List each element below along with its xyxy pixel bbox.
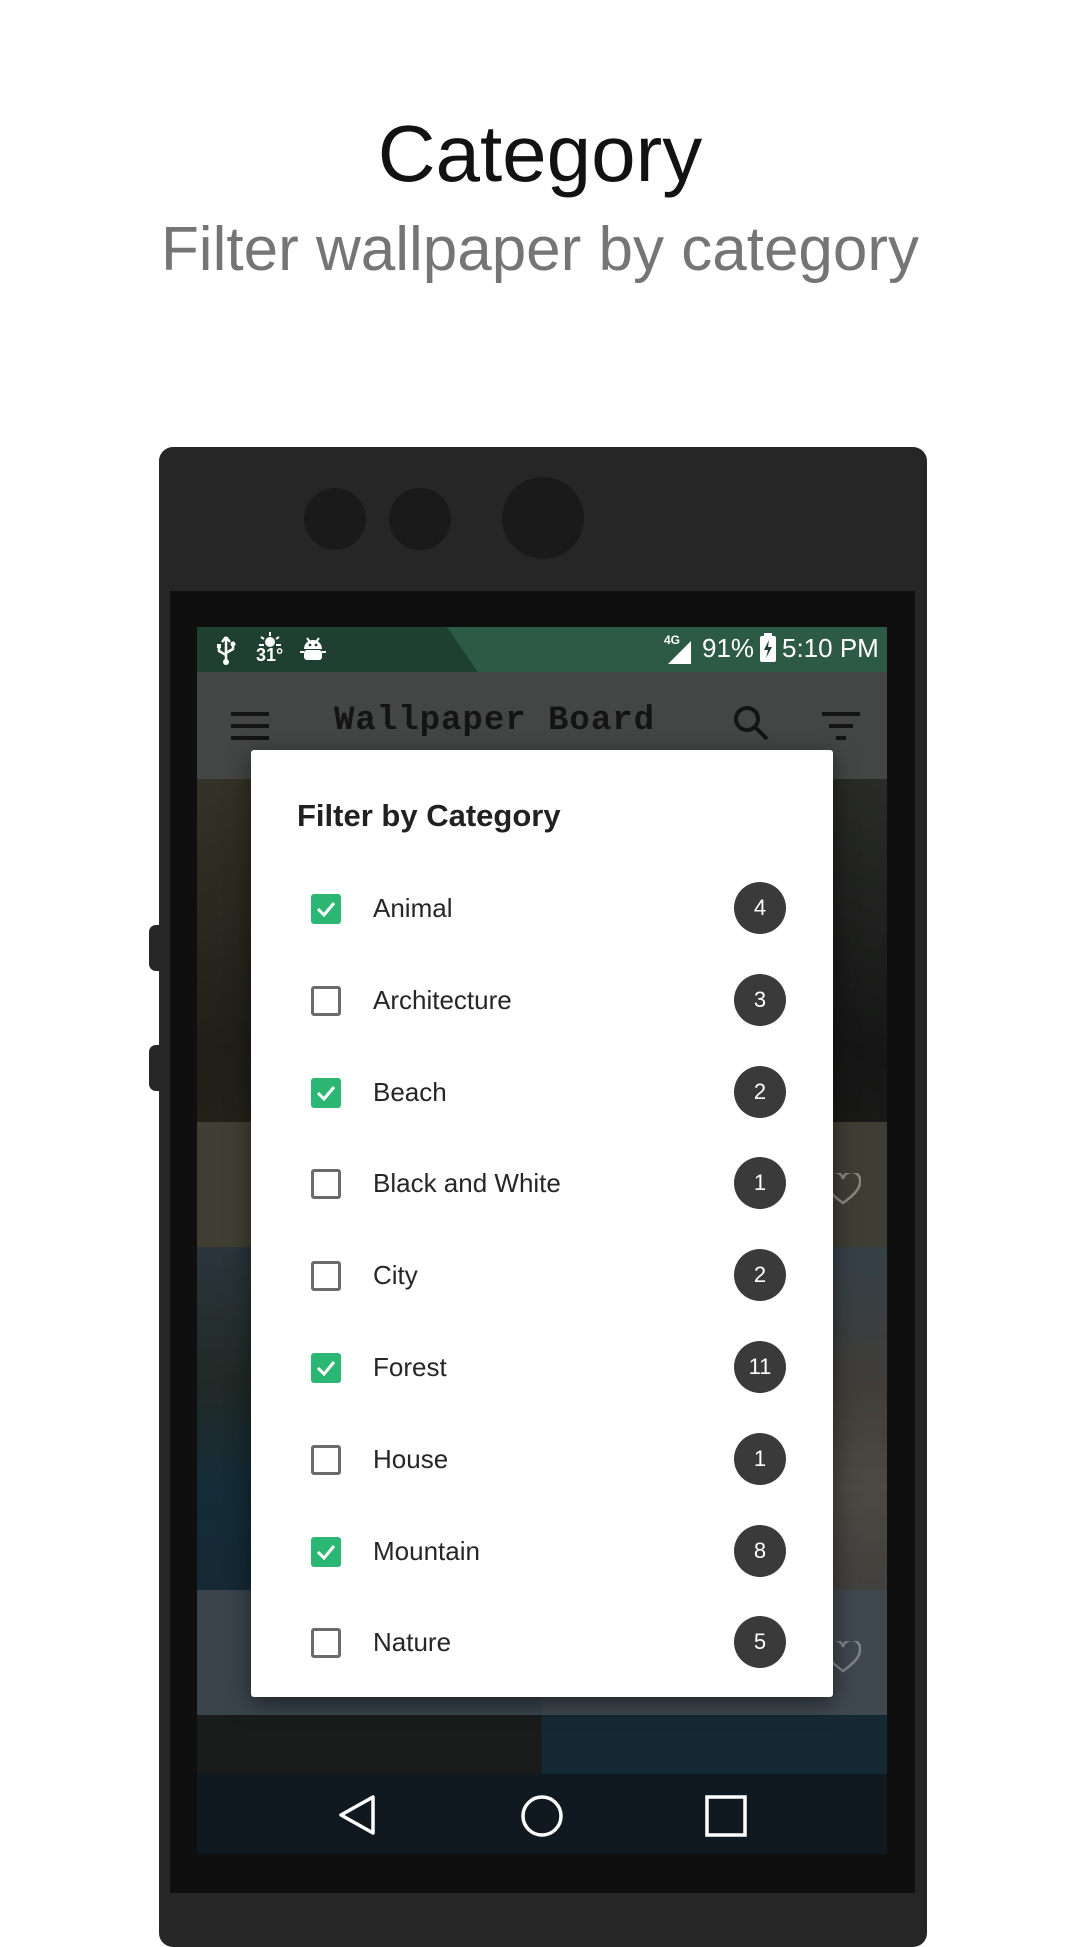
- front-camera: [502, 477, 584, 559]
- category-label: Nature: [373, 1627, 452, 1658]
- checkbox-unchecked[interactable]: [311, 985, 341, 1016]
- category-count-badge: 2: [734, 1249, 786, 1302]
- speaker-dot-left: [304, 488, 366, 550]
- dialog-title: Filter by Category: [297, 798, 561, 833]
- category-label: House: [373, 1443, 449, 1474]
- back-icon[interactable]: [337, 1794, 377, 1840]
- status-bar: 31° 4G 91% 5:10 PM: [197, 627, 887, 672]
- category-count-badge: 4: [734, 882, 786, 934]
- checkbox-unchecked[interactable]: [311, 1628, 341, 1659]
- category-row[interactable]: Black and White 1: [251, 1141, 833, 1233]
- category-label: Mountain: [373, 1535, 480, 1566]
- category-row[interactable]: City 2: [251, 1233, 833, 1325]
- volume-down-button: [149, 1045, 163, 1091]
- checkbox-checked[interactable]: [311, 894, 341, 924]
- checkbox-checked[interactable]: [311, 1536, 341, 1567]
- category-label: Beach: [373, 1076, 447, 1107]
- page-subtitle: Filter wallpaper by category: [160, 215, 920, 284]
- category-count-badge: 1: [734, 1432, 786, 1485]
- checkbox-unchecked[interactable]: [311, 1169, 341, 1200]
- android-debug-icon: [300, 635, 326, 668]
- checkbox-checked[interactable]: [311, 1353, 341, 1383]
- category-label: Animal: [373, 893, 453, 923]
- category-row[interactable]: Animal 4: [251, 866, 833, 958]
- navigation-bar: [197, 1774, 887, 1854]
- signal-icon: [665, 639, 693, 670]
- page-title: Category: [377, 109, 703, 198]
- category-label: City: [373, 1260, 418, 1291]
- home-icon[interactable]: [520, 1794, 564, 1842]
- category-row[interactable]: Architecture 3: [251, 958, 833, 1050]
- checkbox-unchecked[interactable]: [311, 1444, 341, 1475]
- battery-charging-icon: [759, 633, 777, 668]
- battery-percent-text: 91%: [702, 633, 755, 663]
- category-label: Forest: [373, 1352, 447, 1382]
- checkmark-icon: [316, 902, 336, 918]
- category-row[interactable]: Forest 11: [251, 1325, 833, 1417]
- category-count-badge: 5: [734, 1616, 786, 1669]
- temperature-text: 31°: [256, 645, 284, 665]
- speaker-dot-right: [389, 488, 451, 550]
- category-row[interactable]: Mountain 8: [251, 1509, 833, 1601]
- category-count-badge: 3: [734, 973, 786, 1026]
- category-count-badge: 1: [734, 1157, 786, 1210]
- category-row[interactable]: Nature 5: [251, 1600, 833, 1692]
- volume-up-button: [149, 925, 163, 971]
- category-row[interactable]: House 1: [251, 1417, 833, 1509]
- category-label: Architecture: [373, 984, 512, 1015]
- category-count-badge: 11: [734, 1341, 786, 1393]
- checkmark-icon: [316, 1085, 336, 1101]
- clock-text: 5:10 PM: [782, 633, 879, 663]
- category-count-badge: 8: [734, 1524, 786, 1577]
- usb-icon: [215, 635, 237, 670]
- checkmark-icon: [316, 1544, 336, 1560]
- category-count-badge: 2: [734, 1065, 786, 1118]
- checkbox-unchecked[interactable]: [311, 1261, 341, 1292]
- recents-icon[interactable]: [705, 1795, 747, 1841]
- filter-dialog: Filter by Category Animal 4 Architecture 3 B…: [251, 750, 833, 1697]
- category-row[interactable]: Beach 2: [251, 1050, 833, 1142]
- category-label: Black and White: [373, 1168, 561, 1199]
- checkmark-icon: [316, 1361, 336, 1377]
- checkbox-checked[interactable]: [311, 1077, 341, 1108]
